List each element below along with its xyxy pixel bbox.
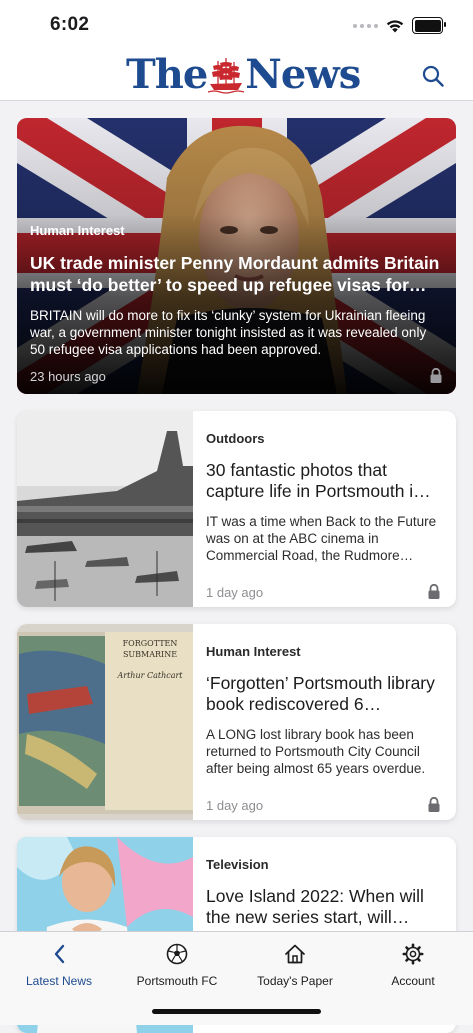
lock-icon	[430, 368, 442, 383]
app-header: The News	[0, 52, 473, 101]
article-description: A LONG lost library book has been return…	[206, 727, 426, 776]
article-category: Television	[206, 857, 269, 872]
logo-text-right: News	[245, 51, 361, 98]
status-icons	[353, 17, 446, 34]
status-bar: 6:02	[0, 0, 473, 52]
article-title[interactable]: Love Island 2022: When will the new seri…	[206, 886, 442, 928]
article-category: Human Interest	[206, 644, 301, 659]
tab-label: Latest News	[25, 974, 93, 988]
tab-label: Portsmouth FC	[136, 974, 218, 988]
hero-category: Human Interest	[30, 223, 125, 238]
hero-article-card[interactable]: Human Interest UK trade minister Penny M…	[17, 118, 456, 394]
tab-account[interactable]: Account	[354, 942, 472, 988]
article-image-book: FORGOTTEN SUBMARINE Arthur Cathcart	[17, 624, 193, 820]
article-description: IT was a time when Back to the Future wa…	[206, 514, 437, 563]
tab-label: Account	[391, 974, 435, 988]
book-author-text: Arthur Cathcart	[117, 671, 183, 680]
battery-icon	[412, 17, 446, 34]
hero-description: BRITAIN will do more to fix its ‘clunky’…	[30, 308, 427, 357]
article-body: Outdoors 30 fantastic photos that captur…	[206, 431, 442, 564]
gear-icon	[402, 943, 424, 965]
article-card[interactable]: Outdoors 30 fantastic photos that captur…	[17, 411, 456, 607]
article-title[interactable]: 30 fantastic photos that capture life in…	[206, 460, 442, 502]
lock-icon	[428, 584, 440, 599]
article-body: Television Love Island 2022: When will t…	[206, 857, 442, 928]
home-indicator	[152, 1009, 321, 1014]
lock-icon	[428, 797, 440, 812]
article-image-ships	[17, 411, 193, 607]
house-icon	[285, 944, 305, 964]
tab-todays-paper[interactable]: Today's Paper	[236, 942, 354, 988]
article-timestamp: 1 day ago	[206, 585, 264, 600]
article-timestamp: 1 day ago	[206, 798, 264, 813]
tab-label: Today's Paper	[257, 974, 333, 988]
article-title[interactable]: ‘Forgotten’ Portsmouth library book redi…	[206, 673, 442, 715]
chevron-left-icon	[54, 944, 65, 964]
article-category: Outdoors	[206, 431, 265, 446]
search-icon[interactable]	[421, 64, 445, 88]
hero-timestamp: 23 hours ago	[30, 369, 106, 384]
the-news-logo[interactable]: The News	[126, 51, 361, 98]
football-icon	[166, 943, 188, 965]
ship-logo-icon	[208, 58, 245, 94]
article-card[interactable]: FORGOTTEN SUBMARINE Arthur Cathcart Huma…	[17, 624, 456, 820]
article-body: Human Interest ‘Forgotten’ Portsmouth li…	[206, 644, 442, 777]
status-time: 6:02	[50, 14, 90, 35]
tab-latest-news[interactable]: Latest News	[0, 942, 118, 988]
book-title-text: FORGOTTEN SUBMARINE	[122, 639, 178, 659]
hero-content: Human Interest UK trade minister Penny M…	[30, 223, 443, 384]
wifi-icon	[386, 19, 404, 32]
logo-text-left: The	[126, 51, 208, 98]
hero-title[interactable]: UK trade minister Penny Mordaunt admits …	[30, 252, 443, 296]
signal-dots-icon	[353, 23, 378, 28]
tab-portsmouth-fc[interactable]: Portsmouth FC	[118, 942, 236, 988]
